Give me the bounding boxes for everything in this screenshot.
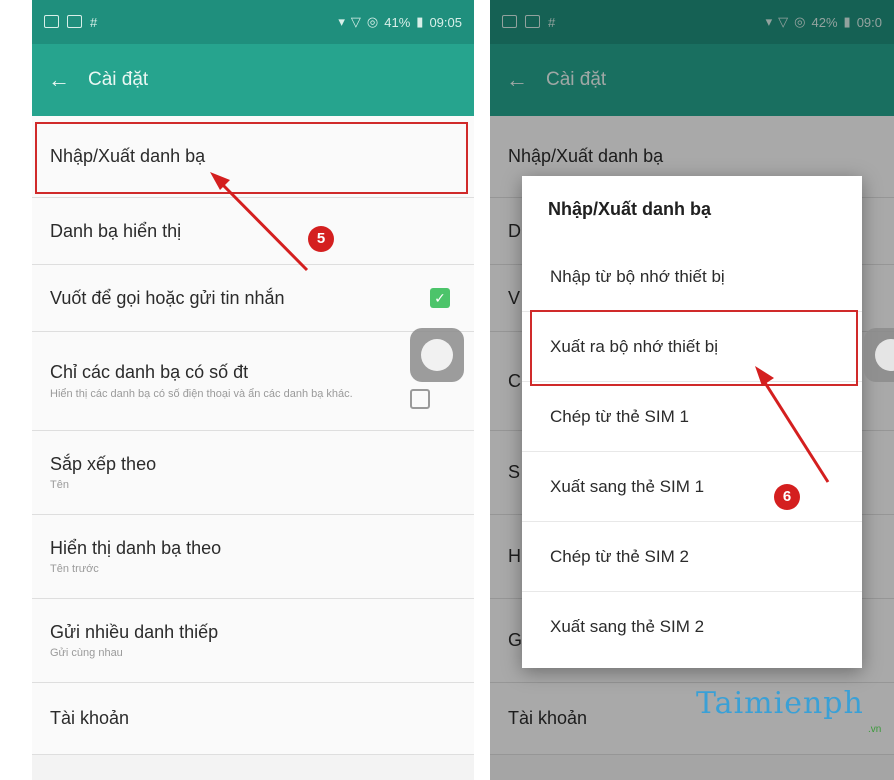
phone-screen-right: # ▾ ▽ ◎ 42% ▮ 09:0 ← Cài đặt Nhập/Xuất d… [490,0,894,780]
phone-screen-left: # ▾ ▽ ◎ 41% ▮ 09:05 ← Cài đặt Nhập/Xuất … [32,0,474,780]
step-badge-5: 5 [308,226,334,252]
watermark-suffix: .vn [868,724,882,735]
watermark-logo: Taimienph [696,686,864,721]
pointer-arrow-step6 [755,366,830,483]
pointer-arrow-step5 [210,172,309,272]
step-badge-6: 6 [774,484,800,510]
